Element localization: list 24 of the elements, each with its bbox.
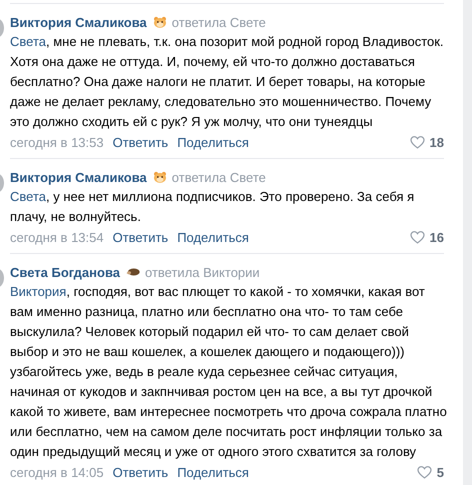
comment-text: Света, мне не плевать, т.к. она позорит мой родной город Владивосток. Хотя она даже не оттуда. И, почему, ей что-то должно доставаться бесплатно? Она даже налоги не платит. И берет товары, на которые даже не делает рекламу, следовательно это мошенничество. Почему это должно сходить ей с рук? Я уж молчу, что они тунеядцы: [10, 33, 445, 131]
mention-link[interactable]: Света: [10, 189, 46, 204]
mention-link[interactable]: Виктория: [10, 284, 66, 299]
share-link[interactable]: Поделиться: [177, 464, 249, 480]
author-name[interactable]: Света Богданова: [10, 264, 120, 280]
hamster-icon: [152, 16, 167, 28]
hedgehog-icon: [126, 266, 140, 278]
reply-link[interactable]: Ответить: [112, 464, 168, 480]
mention-link[interactable]: Света: [10, 34, 46, 49]
like-count: 16: [430, 230, 444, 244]
author-name[interactable]: Виктория Смаликова: [10, 14, 147, 30]
reply-link[interactable]: Ответить: [112, 134, 168, 150]
author-name[interactable]: Виктория Смаликова: [10, 170, 147, 184]
comment-text: Света, у нее нет миллиона подписчиков. Это проверено. За себя я плачу, не волнуйтесь.: [10, 188, 416, 226]
share-link[interactable]: Поделиться: [177, 134, 249, 150]
heart-icon[interactable]: [410, 136, 425, 148]
like-count: 5: [436, 464, 444, 480]
share-link[interactable]: Поделиться: [177, 230, 249, 244]
heart-icon[interactable]: [410, 230, 425, 244]
like-count: 18: [430, 134, 444, 150]
reply-link[interactable]: Ответить: [112, 230, 168, 244]
heart-icon[interactable]: [416, 466, 432, 478]
comment-text: Виктория, господяя, вот вас плющет то какой - то хомячки, какая вот вам именно разница, платно или бесплатно она что- то там себе выскулила? Человек который подарил ей что- то сам делает свой выбор и это не ваш кошелек, а кошелек дающего и подающего))) узбагойтесь уже, ведь в реале куда серьезнее сейчас ситуация, начиная от кукодов и закпнчивая ростом цен на все, а вы тут дрочкой какой то живете, вам интереснее посмотреть что дроча сожрала платно или бесплатно, чем на самом деле посчитать рост инфляции только за один предыдущий месяц и уже от одного этого схватится за голову: [10, 283, 448, 461]
hamster-icon: [152, 171, 167, 183]
